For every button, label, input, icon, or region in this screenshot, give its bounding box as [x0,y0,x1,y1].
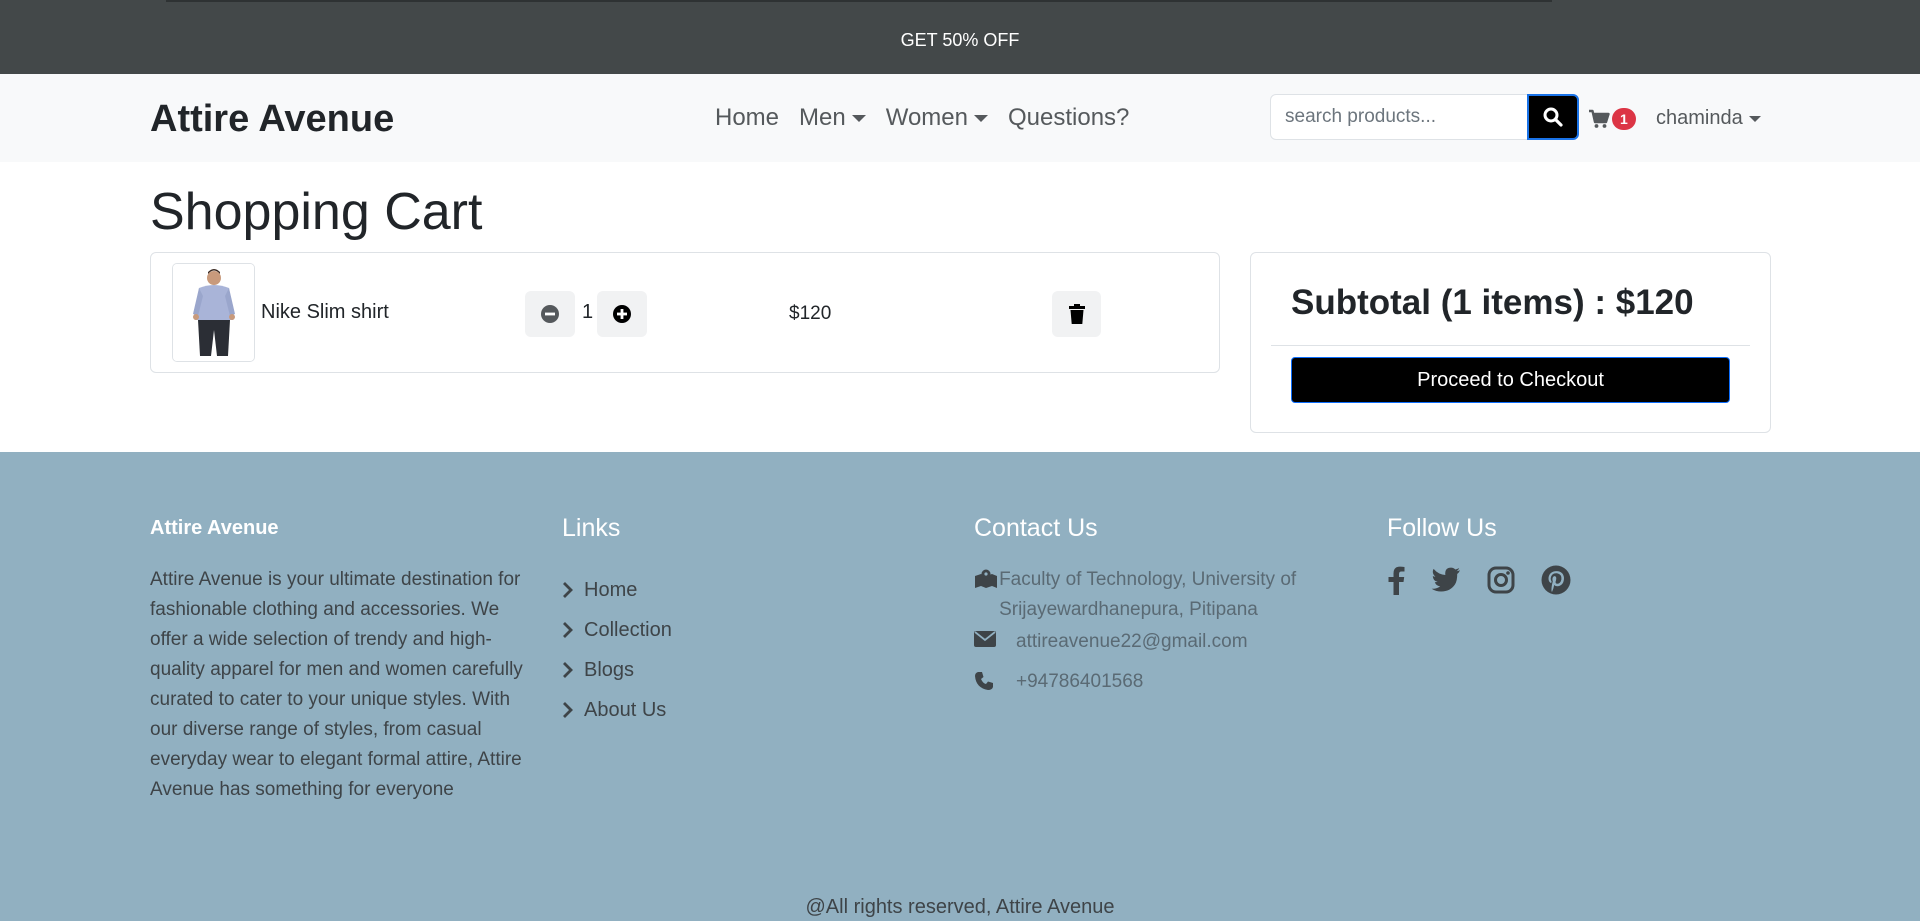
search-input[interactable] [1270,94,1528,140]
search-button[interactable] [1527,94,1579,140]
footer-links-heading: Links [562,514,621,542]
social-links [1387,565,1571,595]
order-summary-card: Subtotal (1 items) : $120 Proceed to Che… [1250,252,1771,433]
promo-bar-strip [166,0,1552,2]
contact-email-text[interactable]: attireavenue22@gmail.com [1016,627,1248,657]
nav-link-label: Questions? [1007,104,1130,131]
plus-circle-icon [613,305,631,323]
footer-links: Home Collection Blogs About Us [562,565,672,735]
nav-links: Home Men Women Questions? [715,104,1129,132]
page-title: Shopping Cart [150,183,483,241]
footer-link-about-us[interactable]: About Us [562,685,672,735]
footer-link-label: Blogs [584,658,635,681]
product-image[interactable] [172,263,255,362]
quantity-value: 1 [582,301,594,323]
brand-logo[interactable]: Attire Avenue [150,98,394,141]
caret-down-icon [851,114,866,122]
footer-about-text: Attire Avenue is your ultimate destinati… [150,569,523,800]
nav-dropdown-women[interactable]: Women [886,104,988,132]
subtotal-text: Subtotal (1 items) : $120 [1291,283,1694,322]
footer-follow-heading: Follow Us [1387,514,1497,542]
contact-address: Faculty of Technology, University of Sri… [974,565,1334,625]
pinterest-icon[interactable] [1541,565,1571,595]
search-icon [1543,107,1563,127]
promo-bar: GET 50% OFF [0,0,1920,74]
caret-down-icon [973,114,988,122]
shopping-cart-icon [1589,109,1610,128]
twitter-icon[interactable] [1431,567,1461,593]
minus-circle-icon [541,305,559,323]
chevron-right-icon [563,662,573,678]
nav-link-questions[interactable]: Questions? [1008,104,1129,132]
user-name: chaminda [1656,107,1743,129]
contact-phone-text[interactable]: +94786401568 [1016,667,1143,697]
chevron-right-icon [563,702,573,718]
cart-item-name[interactable]: Nike Slim shirt [261,301,389,324]
cart-button[interactable]: 1 [1588,108,1636,130]
footer-contact-heading: Contact Us [974,514,1098,542]
proceed-to-checkout-button[interactable]: Proceed to Checkout [1291,357,1730,403]
nav-link-home[interactable]: Home [715,104,779,132]
footer: Attire Avenue Attire Avenue is your ulti… [0,452,1920,921]
remove-item-button[interactable] [1052,291,1101,337]
cart-count-badge: 1 [1612,108,1636,130]
decrease-quantity-button[interactable] [525,291,575,337]
envelope-icon [974,627,1016,647]
cart-item-card: Nike Slim shirt 1 $120 [150,252,1220,373]
footer-link-label: About Us [584,698,667,721]
footer-brand: Attire Avenue [150,517,279,539]
user-menu[interactable]: chaminda [1656,107,1761,130]
instagram-icon[interactable] [1487,566,1515,594]
map-marked-icon [974,565,999,589]
contact-phone: +94786401568 [974,667,1143,697]
facebook-icon[interactable] [1387,565,1405,595]
cart-item-price: $120 [789,303,832,324]
phone-icon [974,667,1016,691]
copyright-text: @All rights reserved, Attire Avenue [805,896,1115,918]
promo-text: GET 50% OFF [900,30,1020,50]
contact-email: attireavenue22@gmail.com [974,627,1248,657]
nav-link-label: Men [799,104,846,131]
footer-link-label: Collection [584,618,672,641]
increase-quantity-button[interactable] [597,291,647,337]
chevron-right-icon [563,582,573,598]
trash-icon [1068,304,1085,324]
navbar: Attire Avenue Home Men Women Questions? [0,74,1920,162]
nav-dropdown-men[interactable]: Men [799,104,866,132]
contact-address-text: Faculty of Technology, University of Sri… [999,569,1297,620]
summary-divider [1271,345,1750,346]
product-thumbnail [173,264,254,361]
caret-down-icon [1748,115,1761,122]
footer-link-label: Home [584,578,638,601]
chevron-right-icon [563,622,573,638]
nav-link-label: Women [885,104,968,131]
nav-link-label: Home [715,104,780,131]
